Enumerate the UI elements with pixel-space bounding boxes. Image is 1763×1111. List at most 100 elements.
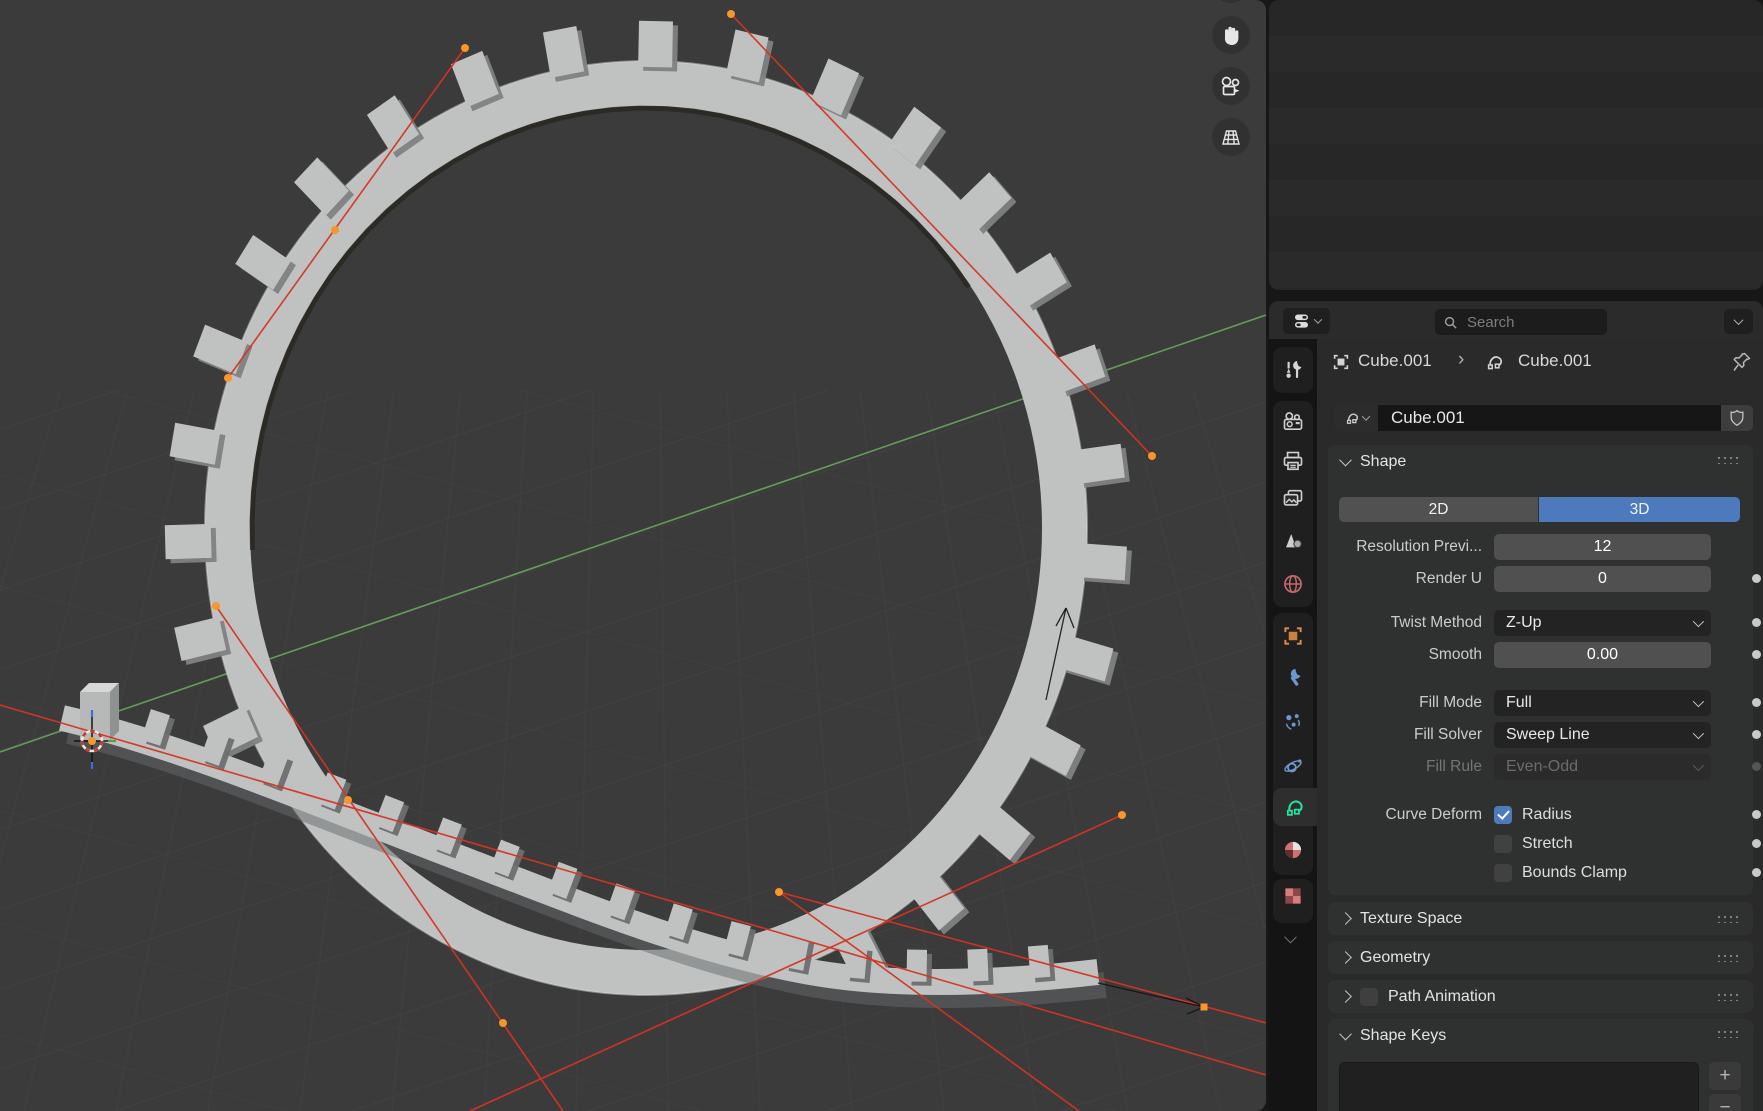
bounds-clamp-checkbox[interactable] bbox=[1494, 864, 1512, 882]
object-properties-icon bbox=[1281, 624, 1305, 648]
curve-deform-radius-row: Curve Deform Radius bbox=[1328, 802, 1753, 828]
properties-header bbox=[1269, 301, 1763, 339]
fill-mode-dropdown[interactable]: Full bbox=[1494, 690, 1711, 716]
decorator-dot[interactable] bbox=[1752, 730, 1761, 739]
chevron-down-icon bbox=[1339, 1028, 1352, 1041]
chevron-down-icon bbox=[1693, 728, 1704, 739]
tab-object-data[interactable] bbox=[1273, 788, 1317, 826]
decorator-dot[interactable] bbox=[1752, 618, 1761, 627]
outliner-editor[interactable] bbox=[1269, 0, 1763, 290]
fill-solver-dropdown[interactable]: Sweep Line bbox=[1494, 722, 1711, 748]
pin-icon[interactable] bbox=[1731, 350, 1753, 374]
panel-texture-space: Texture Space bbox=[1328, 902, 1753, 935]
tab-world[interactable] bbox=[1273, 565, 1313, 603]
tab-modifiers[interactable] bbox=[1273, 659, 1313, 697]
tab-object[interactable] bbox=[1273, 617, 1313, 655]
camera-view-gizmo bbox=[1212, 67, 1250, 105]
tab-material[interactable] bbox=[1273, 831, 1313, 869]
panel-grip-handle[interactable] bbox=[1716, 992, 1740, 1001]
twist-method-dropdown[interactable]: Z-Up bbox=[1494, 610, 1711, 636]
breadcrumb-object-name[interactable]: Cube.001 bbox=[1358, 351, 1432, 371]
panel-shape-keys-header[interactable]: Shape Keys bbox=[1328, 1019, 1753, 1052]
panel-shape: Shape 2D 3D Resolution Previ... 12 Rende… bbox=[1328, 445, 1753, 895]
decorator-dot[interactable] bbox=[1752, 650, 1761, 659]
datablock-name-field[interactable]: Cube.001 bbox=[1378, 405, 1721, 431]
material-sphere-icon bbox=[1281, 838, 1305, 862]
search-box[interactable] bbox=[1435, 309, 1607, 335]
curve-data-icon bbox=[1283, 795, 1307, 819]
tab-scene[interactable] bbox=[1273, 522, 1313, 560]
decorator-dot[interactable] bbox=[1752, 810, 1761, 819]
panel-texture-space-header[interactable]: Texture Space bbox=[1328, 902, 1753, 935]
field-label: Smooth bbox=[1336, 646, 1482, 664]
properties-tab-column bbox=[1269, 339, 1317, 1111]
fake-user-shield-button[interactable] bbox=[1721, 405, 1753, 431]
physics-icon bbox=[1281, 754, 1305, 778]
world-globe-icon bbox=[1281, 572, 1305, 596]
decorator-dot[interactable] bbox=[1752, 574, 1761, 583]
search-input[interactable] bbox=[1465, 313, 1589, 332]
chevron-right-icon bbox=[1339, 912, 1352, 925]
panel-grip-handle[interactable] bbox=[1716, 914, 1740, 923]
breadcrumb-data-name[interactable]: Cube.001 bbox=[1518, 351, 1592, 371]
header-menu-button[interactable] bbox=[1724, 309, 1753, 334]
tab-particles[interactable] bbox=[1273, 703, 1313, 741]
toggle-3d-button[interactable]: 3D bbox=[1539, 497, 1740, 522]
shape-keys-list[interactable] bbox=[1339, 1062, 1699, 1111]
tab-output[interactable] bbox=[1273, 442, 1313, 480]
curve-data-icon bbox=[1484, 352, 1506, 372]
editor-type-button[interactable] bbox=[1283, 308, 1330, 334]
object-icon bbox=[1331, 352, 1351, 372]
panel-shape-header[interactable]: Shape bbox=[1328, 445, 1753, 478]
decorator-dot[interactable] bbox=[1752, 868, 1761, 877]
curve-deform-bounds-clamp-row: Bounds Clamp bbox=[1328, 860, 1753, 886]
dimensions-toggle: 2D 3D bbox=[1339, 497, 1740, 522]
tab-render[interactable] bbox=[1273, 403, 1313, 441]
datablock-type-selector[interactable] bbox=[1334, 405, 1378, 431]
fill-rule-row: Fill Rule Even-Odd bbox=[1328, 754, 1753, 780]
add-shape-key-button[interactable]: + bbox=[1709, 1062, 1741, 1090]
panel-grip-handle[interactable] bbox=[1716, 455, 1740, 464]
datablock-name-row: Cube.001 bbox=[1334, 405, 1753, 431]
minus-icon: − bbox=[1719, 1097, 1730, 1111]
twist-smooth-field[interactable]: 0.00 bbox=[1494, 642, 1711, 668]
fill-rule-dropdown-disabled: Even-Odd bbox=[1494, 754, 1711, 780]
panel-grip-handle[interactable] bbox=[1716, 1029, 1740, 1038]
tab-view-layer[interactable] bbox=[1273, 480, 1313, 518]
path-animation-checkbox[interactable] bbox=[1360, 988, 1378, 1006]
stretch-checkbox[interactable] bbox=[1494, 835, 1512, 853]
texture-checker-icon bbox=[1281, 884, 1305, 908]
panel-geometry-header[interactable]: Geometry bbox=[1328, 941, 1753, 974]
field-label: Curve Deform bbox=[1336, 806, 1482, 824]
viewport-scene bbox=[0, 0, 1266, 1111]
chevron-right-icon bbox=[1339, 990, 1352, 1003]
curve-deform-stretch-row: Stretch bbox=[1328, 831, 1753, 857]
field-label: Fill Rule bbox=[1336, 758, 1482, 776]
fill-mode-row: Fill Mode Full bbox=[1328, 690, 1753, 716]
chevron-right-icon bbox=[1339, 951, 1352, 964]
resolution-preview-field[interactable]: 12 bbox=[1494, 534, 1711, 560]
properties-editor: Cube.001 › Cube.001 bbox=[1269, 301, 1763, 1111]
remove-shape-key-button[interactable]: − bbox=[1709, 1094, 1741, 1111]
panel-title: Path Animation bbox=[1388, 988, 1496, 1006]
decorator-dot[interactable] bbox=[1752, 698, 1761, 707]
field-value: 12 bbox=[1594, 538, 1612, 556]
tool-icon bbox=[1281, 358, 1305, 382]
tabs-overflow-chevron-icon[interactable] bbox=[1284, 931, 1297, 944]
panel-grip-handle[interactable] bbox=[1716, 953, 1740, 962]
checkbox-label: Bounds Clamp bbox=[1522, 864, 1627, 882]
decorator-dot[interactable] bbox=[1752, 839, 1761, 848]
render-camera-icon bbox=[1281, 410, 1305, 434]
ortho-grid-gizmo bbox=[1212, 118, 1250, 156]
tab-texture[interactable] bbox=[1273, 877, 1313, 915]
checkbox-label: Stretch bbox=[1522, 835, 1573, 853]
render-u-field[interactable]: 0 bbox=[1494, 566, 1711, 592]
tab-tool[interactable] bbox=[1273, 351, 1313, 389]
modifier-wrench-icon bbox=[1281, 666, 1305, 690]
plus-icon: + bbox=[1719, 1065, 1730, 1087]
radius-checkbox[interactable] bbox=[1494, 806, 1512, 824]
tab-physics[interactable] bbox=[1273, 747, 1313, 785]
viewport-3d[interactable] bbox=[0, 0, 1266, 1111]
toggle-2d-button[interactable]: 2D bbox=[1339, 497, 1538, 522]
panel-path-animation-header[interactable]: Path Animation bbox=[1328, 980, 1753, 1013]
